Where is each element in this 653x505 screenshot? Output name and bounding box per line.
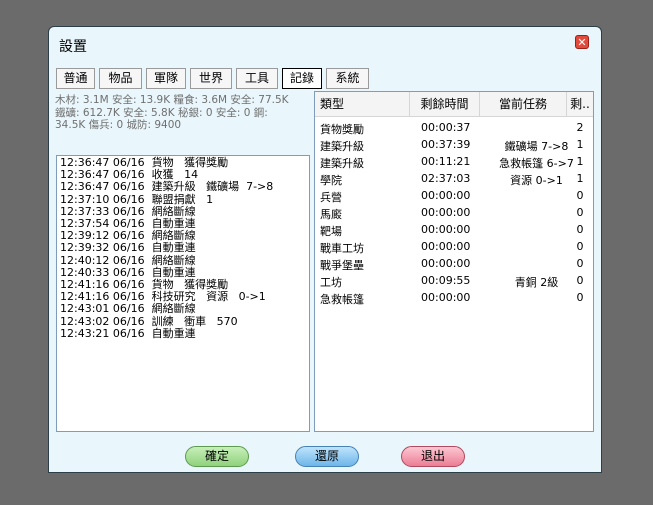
tab-army[interactable]: 軍隊: [146, 68, 186, 89]
cell-remaining-time: 00:37:39: [421, 138, 471, 151]
cell-remaining-time: 00:00:00: [421, 223, 471, 236]
cell-remaining-time: 02:37:03: [421, 172, 471, 185]
tab-system[interactable]: 系統: [326, 68, 369, 89]
cell-count: 0: [576, 240, 584, 253]
event-log[interactable]: 12:36:47 06/16 貨物 獲得獎勵 12:36:47 06/16 收獲…: [56, 155, 310, 432]
cell-remaining-time: 00:00:00: [421, 240, 471, 253]
cell-type: 急救帳篷: [320, 293, 364, 306]
table-body: 貨物獎勵 00:00:37 2 建築升級 00:37:39 鐵礦場 7->8 1 建築升級 00…: [315, 117, 593, 306]
cell-type: 兵營: [320, 191, 342, 204]
table-row[interactable]: 戰車工坊 00:00:00 0: [315, 238, 593, 255]
cell-count: 0: [576, 291, 584, 304]
cell-type: 戰爭堡壘: [320, 259, 364, 272]
cell-type: 建築升級: [320, 157, 364, 170]
log-entry: 12:37:10 06/16 聯盟捐獻 1: [60, 192, 214, 206]
column-header-type[interactable]: 類型: [315, 92, 410, 116]
column-header-count[interactable]: 剩..: [567, 92, 593, 116]
table-row[interactable]: 馬廄 00:00:00 0: [315, 204, 593, 221]
log-entry: 12:43:21 06/16 自動重連: [60, 326, 196, 340]
table-row[interactable]: 建築升級 00:37:39 鐵礦場 7->8 1: [315, 136, 593, 153]
table-row[interactable]: 工坊 00:09:55 青銅 2級 0: [315, 272, 593, 289]
cell-remaining-time: 00:00:00: [421, 206, 471, 219]
cell-count: 0: [576, 257, 584, 270]
cell-count: 0: [576, 274, 584, 287]
exit-button[interactable]: 退出: [401, 446, 465, 467]
cell-count: 0: [576, 206, 584, 219]
cell-remaining-time: 00:11:21: [421, 155, 471, 168]
tab-world[interactable]: 世界: [190, 68, 232, 89]
log-entry: 12:43:01 06/16 網絡斷線: [60, 302, 196, 316]
resource-line: 木材: 3.1M 安全: 13.9K 糧食: 3.6M 安全: 77.5K: [55, 94, 289, 106]
cell-count: 0: [576, 223, 584, 236]
table-row[interactable]: 戰爭堡壘 00:00:00 0: [315, 255, 593, 272]
log-entry: 12:36:47 06/16 建築升級 鐵礦場 7->8: [60, 180, 274, 194]
resource-summary: 木材: 3.1M 安全: 13.9K 糧食: 3.6M 安全: 77.5K 鐵礦…: [55, 94, 305, 154]
table-row[interactable]: 急救帳篷 00:00:00 0: [315, 289, 593, 306]
resource-line: 鐵礦: 612.7K 安全: 5.8K 秘銀: 0 安全: 0 鋼:: [55, 106, 268, 119]
cell-count: 2: [576, 121, 584, 134]
tab-tools[interactable]: 工具: [236, 68, 278, 89]
resource-line: 34.5K 傷兵: 0 城防: 9400: [55, 119, 182, 131]
log-entry: 12:43:02 06/16 訓練 衝車 570: [60, 314, 238, 328]
reset-button[interactable]: 還原: [295, 446, 359, 467]
cell-type: 靶場: [320, 225, 342, 238]
table-row[interactable]: 學院 02:37:03 資源 0->1 1: [315, 170, 593, 187]
confirm-button[interactable]: 確定: [185, 446, 249, 467]
cell-type: 學院: [320, 174, 342, 187]
cell-type: 戰車工坊: [320, 242, 364, 255]
table-row[interactable]: 兵營 00:00:00 0: [315, 187, 593, 204]
table-header: 類型 剩餘時間 當前任務 剩..: [315, 92, 593, 117]
cell-type: 工坊: [320, 276, 342, 289]
cell-remaining-time: 00:00:00: [421, 189, 471, 202]
cell-remaining-time: 00:09:55: [421, 274, 471, 287]
settings-dialog: 設置 ✕ 普通 物品 軍隊 世界 工具 記錄 系統 木材: 3.1M 安全: 1…: [48, 26, 602, 473]
cell-count: 1: [576, 172, 584, 185]
cell-type: 建築升級: [320, 140, 364, 153]
cell-remaining-time: 00:00:37: [421, 121, 471, 134]
tab-general[interactable]: 普通: [56, 68, 95, 89]
cell-type: 貨物獎勵: [320, 123, 364, 136]
column-header-current-task[interactable]: 當前任務: [480, 92, 567, 116]
dialog-title: 設置: [59, 39, 87, 55]
close-icon[interactable]: ✕: [575, 35, 589, 49]
cell-count: 0: [576, 189, 584, 202]
cell-remaining-time: 00:00:00: [421, 257, 471, 270]
table-row[interactable]: 貨物獎勵 00:00:37 2: [315, 119, 593, 136]
cell-remaining-time: 00:00:00: [421, 291, 471, 304]
task-table: 類型 剩餘時間 當前任務 剩.. 貨物獎勵 00:00:37 2 建築升級 00:37:…: [314, 91, 594, 432]
tab-items[interactable]: 物品: [99, 68, 142, 89]
cell-count: 1: [576, 138, 584, 151]
tab-records[interactable]: 記錄: [282, 68, 322, 89]
table-row[interactable]: 建築升級 00:11:21 急救帳篷 6->7 1: [315, 153, 593, 170]
table-row[interactable]: 靶場 00:00:00 0: [315, 221, 593, 238]
log-entry: 12:39:32 06/16 自動重連: [60, 241, 196, 255]
log-entry: 12:40:12 06/16 網絡斷線: [60, 253, 196, 267]
cell-count: 1: [576, 155, 584, 168]
cell-type: 馬廄: [320, 208, 342, 221]
column-header-remaining-time[interactable]: 剩餘時間: [410, 92, 480, 116]
